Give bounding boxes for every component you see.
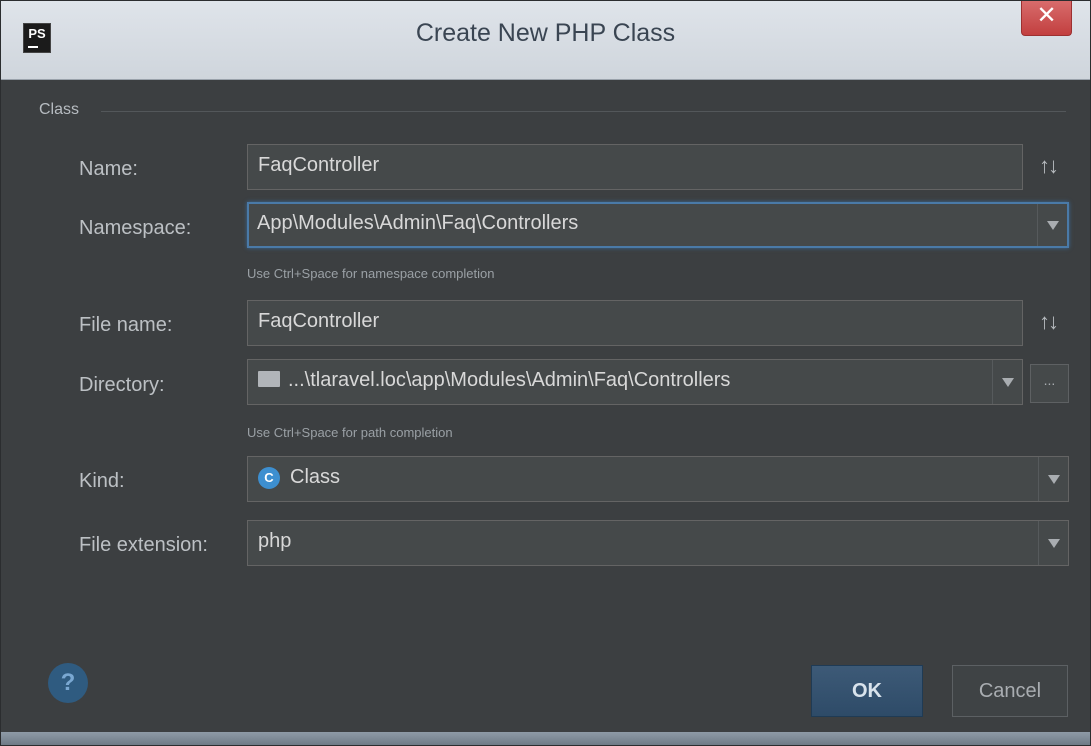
kind-dropdown-arrow-icon[interactable]: [1038, 457, 1068, 501]
directory-combobox[interactable]: ...\tlaravel.loc\app\Modules\Admin\Faq\C…: [247, 359, 1023, 405]
file-name-input-value: FaqController: [258, 310, 380, 332]
file-name-label: File name:: [79, 314, 173, 336]
name-input-value: FaqController: [258, 154, 380, 176]
section-divider: [101, 111, 1066, 112]
section-label: Class: [39, 101, 80, 118]
file-extension-value: php: [258, 530, 292, 552]
name-label: Name:: [79, 158, 138, 180]
namespace-combobox[interactable]: App\Modules\Admin\Faq\Controllers: [247, 202, 1069, 248]
namespace-dropdown-arrow-icon[interactable]: [1037, 204, 1067, 246]
directory-label: Directory:: [79, 374, 165, 396]
class-icon: C: [258, 467, 280, 489]
name-input[interactable]: FaqController: [247, 144, 1023, 190]
cancel-button[interactable]: Cancel: [952, 665, 1068, 717]
directory-hint: Use Ctrl+Space for path completion: [247, 425, 453, 440]
file-extension-label: File extension:: [79, 534, 208, 556]
namespace-input-value: App\Modules\Admin\Faq\Controllers: [257, 212, 579, 234]
browse-directory-button[interactable]: ...: [1030, 364, 1069, 403]
sort-icon[interactable]: ↑↓: [1039, 153, 1059, 179]
ok-button[interactable]: OK: [811, 665, 923, 717]
kind-value: Class: [290, 466, 341, 488]
kind-label: Kind:: [79, 470, 125, 492]
help-icon[interactable]: ?: [48, 663, 88, 703]
folder-icon: [258, 371, 280, 387]
window-bottom-border: [1, 732, 1090, 745]
close-button[interactable]: ✕: [1021, 1, 1072, 36]
namespace-hint: Use Ctrl+Space for namespace completion: [247, 266, 495, 281]
dialog-title: Create New PHP Class: [415, 19, 676, 47]
file-extension-combobox[interactable]: php: [247, 520, 1069, 566]
directory-value: ...\tlaravel.loc\app\Modules\Admin\Faq\C…: [288, 369, 731, 391]
namespace-label: Namespace:: [79, 217, 192, 239]
sort-icon[interactable]: ↑↓: [1039, 309, 1059, 335]
kind-combobox[interactable]: C Class: [247, 456, 1069, 502]
directory-dropdown-arrow-icon[interactable]: [992, 360, 1022, 404]
file-name-input[interactable]: FaqController: [247, 300, 1023, 346]
title-bar: PS Create New PHP Class ✕: [1, 1, 1090, 80]
dialog-window: PS Create New PHP Class ✕ Class Name: Fa…: [0, 0, 1091, 746]
file-extension-dropdown-arrow-icon[interactable]: [1038, 521, 1068, 565]
